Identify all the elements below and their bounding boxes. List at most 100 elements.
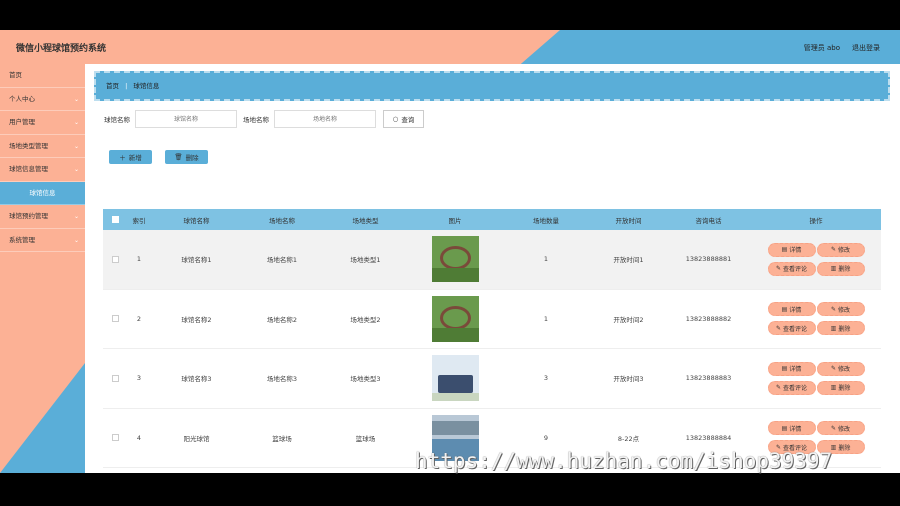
row-operations: ▤ 详情 ✎ 修改 ✎ 查看评论 ▥ 删除 [751, 242, 881, 276]
view-comments-button[interactable]: ✎ 查看评论 [767, 261, 816, 276]
photo-detail [431, 420, 479, 435]
cell-index: 3 [136, 374, 142, 383]
detail-label: 详情 [789, 306, 802, 314]
venue-photo[interactable] [431, 236, 479, 283]
edit-button[interactable]: ✎ 修改 [816, 361, 865, 376]
row-delete-label: 删除 [838, 385, 851, 393]
sidebar-item-label: 球馆信息管理 [9, 165, 48, 173]
add-button-label: 新增 [128, 154, 142, 162]
sidebar-item[interactable]: 场地类型管理 ⌄ [0, 135, 85, 158]
cell-open-time: 8-22点 [617, 434, 640, 443]
header-area-type: 场地类型 [352, 216, 379, 225]
sidebar-item[interactable]: 球馆信息 [0, 181, 85, 205]
row-checkbox[interactable] [111, 255, 119, 263]
cell-area-name: 篮球场 [272, 434, 292, 443]
comment-icon: ✎ [775, 384, 781, 392]
row-delete-button[interactable]: ▥ 删除 [816, 321, 865, 336]
row-delete-button[interactable]: ▥ 删除 [816, 380, 865, 395]
view-comments-label: 查看评论 [783, 385, 808, 393]
header-phone: 咨询电话 [695, 216, 722, 225]
detail-button[interactable]: ▤ 详情 [767, 242, 816, 257]
chevron-down-icon: ⌄ [73, 119, 79, 126]
cell-image [409, 295, 501, 342]
cell-phone: 13823888881 [685, 255, 732, 264]
add-button[interactable]: ＋ 新增 [109, 150, 152, 164]
cell-area-name: 场地名称3 [266, 375, 298, 384]
watermark-text: https://www.huzhan.com/ishop39397 [415, 449, 833, 473]
sidebar-item[interactable]: 球馆信息管理 ⌄ [0, 158, 85, 182]
cell-image [409, 236, 501, 283]
cell-phone: 13823888884 [685, 433, 732, 442]
photo-ground [431, 327, 479, 342]
venue-photo[interactable] [431, 295, 479, 342]
sidebar-item[interactable]: 首页 [0, 64, 85, 88]
select-all-checkbox[interactable] [111, 216, 119, 223]
sidebar-menu: 首页 个人中心 ⌄ 用户管理 ⌄ 场地类型管理 ⌄ 球馆信息管理 ⌄ 球馆信息 球馆预约管理 ⌄ 系统管… [0, 64, 85, 252]
header-operations: 操作 [809, 216, 823, 225]
sidebar-item[interactable]: 球馆预约管理 ⌄ [0, 205, 85, 229]
comment-icon: ✎ [775, 324, 781, 332]
cell-phone: 13823888883 [685, 374, 732, 383]
detail-icon: ▤ [781, 246, 788, 254]
detail-label: 详情 [789, 247, 802, 255]
cell-operations: ▤ 详情 ✎ 修改 ✎ 查看评论 ▥ 删除 [751, 361, 881, 395]
cell-area-type: 篮球场 [355, 434, 376, 443]
cell-area-count: 1 [543, 314, 549, 323]
top-header: 微信小程球馆预约系统 管理员 abo 退出登录 [0, 30, 900, 64]
row-checkbox[interactable] [111, 434, 119, 442]
detail-button[interactable]: ▤ 详情 [767, 421, 816, 436]
header-area-count: 场地数量 [533, 216, 559, 225]
row-checkbox[interactable] [111, 374, 119, 382]
view-comments-label: 查看评论 [783, 266, 808, 274]
area-name-input[interactable] [274, 110, 376, 128]
sidebar-item[interactable]: 个人中心 ⌄ [0, 88, 85, 111]
venue-name-input[interactable] [135, 110, 237, 128]
view-comments-button[interactable]: ✎ 查看评论 [767, 380, 816, 395]
photo-detail [439, 305, 471, 330]
edit-button[interactable]: ✎ 修改 [816, 302, 865, 317]
header-image: 图片 [448, 216, 462, 225]
cell-phone: 13823888882 [685, 314, 732, 323]
breadcrumb-separator: | [125, 82, 128, 90]
search-button[interactable]: ○ 查询 [383, 110, 424, 128]
cell-venue-name: 球馆名称2 [181, 315, 212, 324]
trash-icon: ▥ [830, 324, 837, 332]
bulk-delete-button[interactable]: 🗑 删除 [165, 150, 208, 164]
edit-icon: ✎ [830, 246, 836, 254]
header-user-area: 管理员 abo 退出登录 [804, 43, 880, 53]
trash-icon: 🗑 [174, 153, 183, 161]
chevron-down-icon: ⌄ [73, 236, 79, 244]
detail-button[interactable]: ▤ 详情 [767, 361, 816, 376]
photo-detail [437, 375, 473, 394]
edit-button[interactable]: ✎ 修改 [816, 421, 865, 436]
venue-photo[interactable] [431, 355, 479, 402]
row-delete-button[interactable]: ▥ 删除 [816, 261, 865, 276]
sidebar-item-label: 场地类型管理 [9, 141, 48, 150]
area-name-label: 场地名称 [243, 116, 269, 124]
sidebar-item[interactable]: 用户管理 ⌄ [0, 111, 85, 135]
sidebar-item-label: 用户管理 [9, 118, 35, 126]
bulk-delete-label: 删除 [185, 154, 199, 162]
row-check-cell [103, 374, 127, 382]
row-check-cell [103, 434, 127, 442]
edit-icon: ✎ [830, 305, 836, 313]
detail-label: 详情 [789, 366, 802, 374]
table-row: 3 球馆名称3 场地名称3 场地类型3 3 开放时间3 13823888883 … [103, 349, 881, 409]
row-checkbox[interactable] [111, 315, 119, 323]
venue-table: 索引 球馆名称 场地名称 场地类型 图片 场地数量 开放时间 咨询电话 操作 1… [103, 209, 881, 473]
search-bar: 球馆名称 场地名称 ○ 查询 [104, 110, 424, 128]
app-screen: 微信小程球馆预约系统 管理员 abo 退出登录 首页 个人中心 ⌄ 用户管理 ⌄ 场地类型… [0, 30, 900, 473]
cell-index: 4 [136, 433, 142, 442]
view-comments-label: 查看评论 [783, 325, 808, 333]
detail-button[interactable]: ▤ 详情 [767, 302, 816, 317]
sidebar-item-label: 个人中心 [9, 94, 35, 103]
admin-user-label: 管理员 abo [803, 44, 840, 52]
cell-area-count: 3 [543, 374, 549, 383]
trash-icon: ▥ [830, 384, 837, 392]
breadcrumb-home[interactable]: 首页 [106, 82, 119, 90]
app-title: 微信小程球馆预约系统 [16, 44, 107, 54]
sidebar-item[interactable]: 系统管理 ⌄ [0, 229, 85, 252]
view-comments-button[interactable]: ✎ 查看评论 [767, 321, 816, 336]
logout-link[interactable]: 退出登录 [852, 43, 880, 53]
edit-button[interactable]: ✎ 修改 [816, 242, 865, 257]
